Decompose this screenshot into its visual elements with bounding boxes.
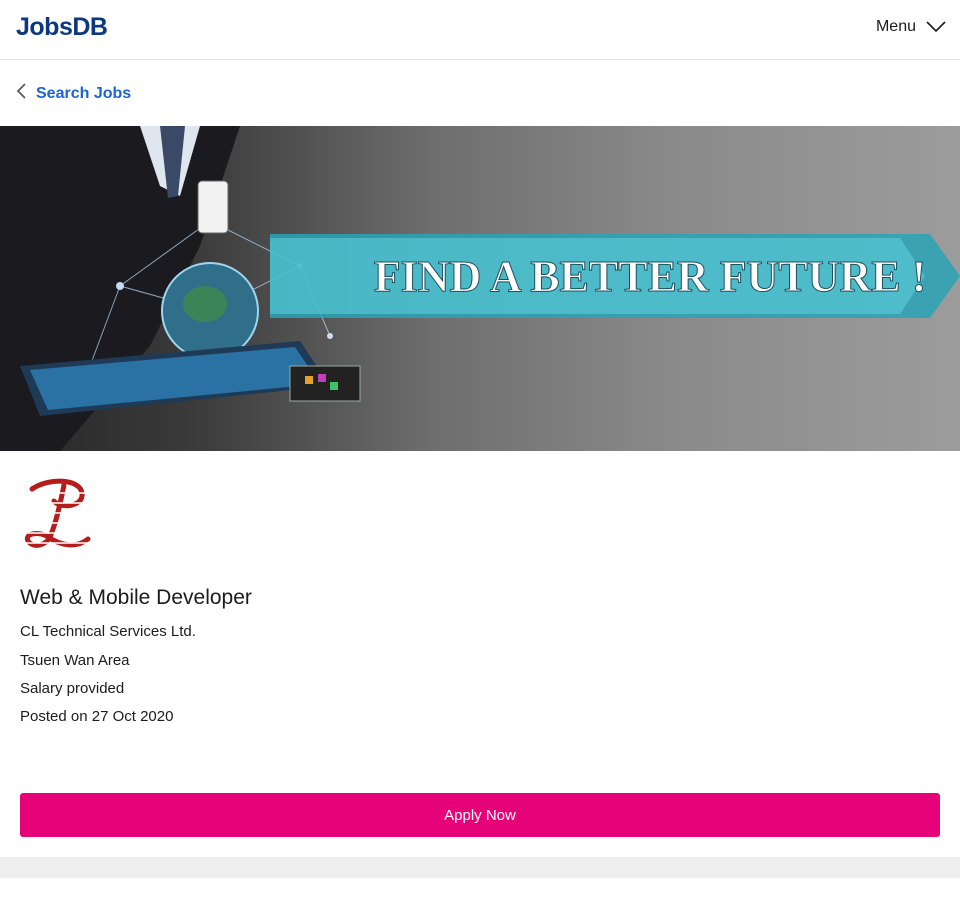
top-header: JobsDB Menu — [0, 0, 960, 60]
posted-date: Posted on 27 Oct 2020 — [20, 708, 173, 725]
posted-date-value: 27 Oct 2020 — [91, 708, 174, 725]
back-navigation: Search Jobs — [0, 61, 960, 125]
chevron-down-icon — [926, 21, 946, 33]
menu-button[interactable]: Menu — [876, 18, 946, 36]
banner-headline: FIND A BETTER FUTURE ! — [374, 252, 927, 301]
posted-prefix: Posted on — [20, 708, 88, 725]
back-to-search-link[interactable]: Search Jobs — [16, 83, 131, 104]
back-link-label: Search Jobs — [36, 84, 132, 102]
job-title: Web & Mobile Developer — [20, 586, 252, 609]
salary-info: Salary provided — [20, 680, 125, 697]
chevron-left-icon — [16, 83, 28, 104]
menu-label: Menu — [875, 18, 916, 35]
company-banner-image: FIND A BETTER FUTURE ! — [0, 126, 960, 451]
footer-divider — [0, 857, 960, 878]
company-logo — [20, 475, 96, 553]
apply-now-button[interactable]: Apply Now — [20, 793, 940, 837]
jobsdb-logo[interactable]: JobsDB — [16, 13, 108, 42]
company-name[interactable]: CL Technical Services Ltd. — [20, 623, 196, 640]
job-location: Tsuen Wan Area — [20, 652, 130, 669]
